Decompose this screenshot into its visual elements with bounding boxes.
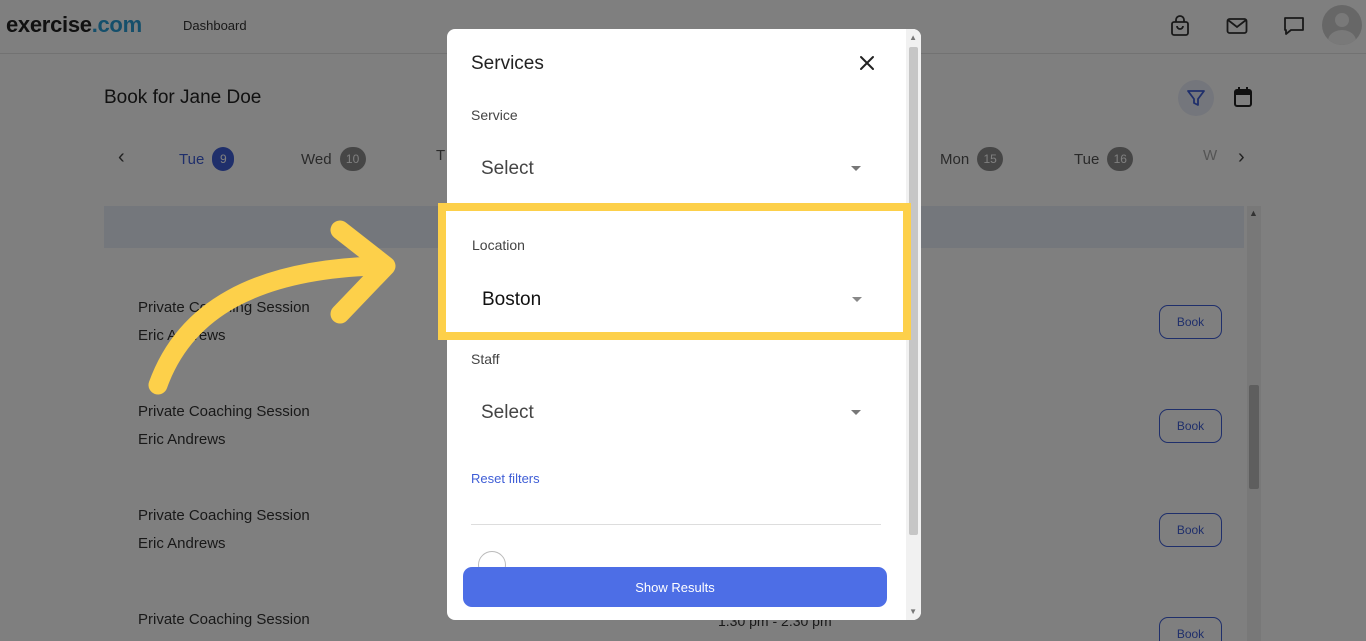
- scroll-down-arrow-icon[interactable]: ▼: [909, 607, 917, 616]
- close-icon: [860, 56, 874, 70]
- chevron-down-icon: [851, 166, 861, 171]
- location-highlight: Location Boston: [438, 203, 911, 340]
- service-label: Service: [471, 107, 518, 123]
- service-select-value: Select: [481, 158, 534, 179]
- show-results-button[interactable]: Show Results: [463, 567, 887, 607]
- location-label: Location: [472, 237, 525, 253]
- chevron-down-icon: [852, 297, 862, 302]
- location-select[interactable]: Boston: [472, 275, 882, 325]
- staff-label: Staff: [471, 351, 500, 367]
- location-select-value: Boston: [482, 289, 542, 310]
- divider: [471, 524, 881, 525]
- reset-filters-link[interactable]: Reset filters: [471, 471, 540, 486]
- staff-select[interactable]: Select: [471, 388, 881, 438]
- chevron-down-icon: [851, 410, 861, 415]
- modal-title: Services: [471, 53, 544, 74]
- close-button[interactable]: [855, 51, 879, 75]
- staff-select-value: Select: [481, 402, 534, 423]
- scroll-up-arrow-icon[interactable]: ▲: [909, 33, 917, 42]
- service-select[interactable]: Select: [471, 144, 881, 194]
